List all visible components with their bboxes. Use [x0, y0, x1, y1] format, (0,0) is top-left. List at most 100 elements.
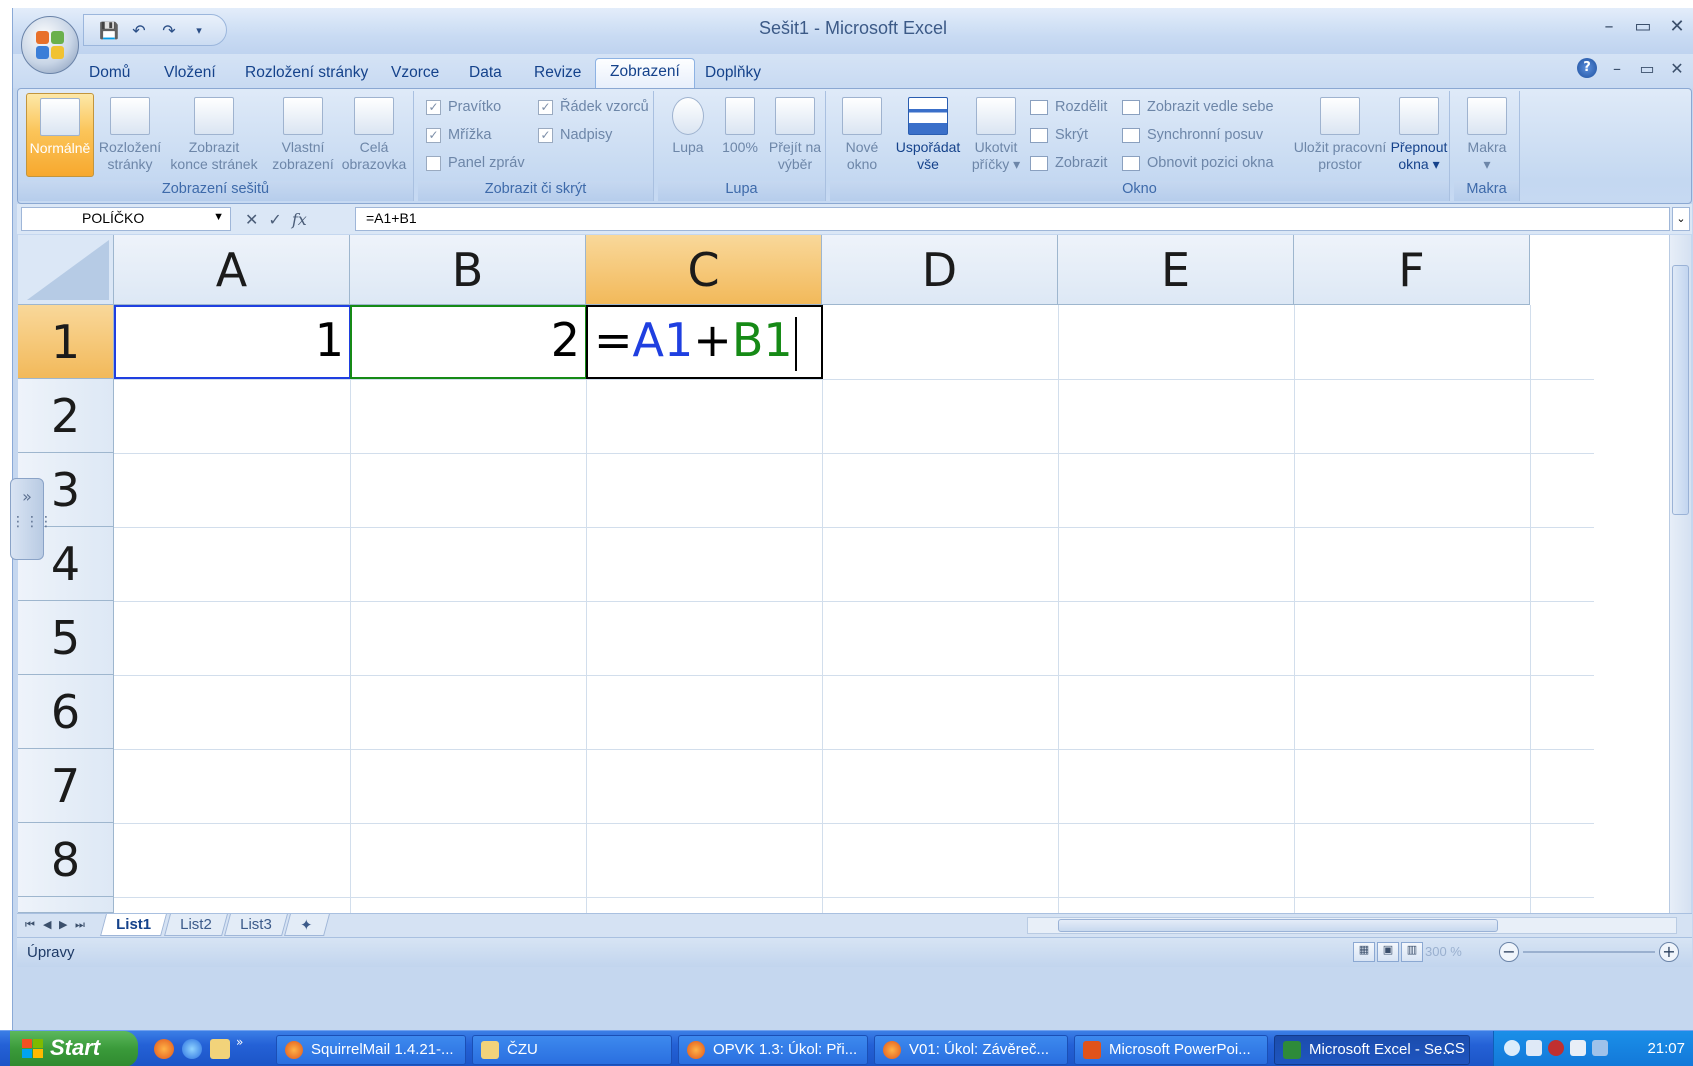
side-flyout-tab[interactable]: » ⋮⋮⋮	[10, 478, 53, 560]
unhide-button[interactable]: Zobrazit	[1030, 155, 1107, 171]
page-layout-view-button[interactable]: Rozložení stránky	[96, 93, 164, 177]
normal-view-button[interactable]: Normálně	[26, 93, 94, 177]
zoom-out-icon[interactable]: −	[1499, 942, 1519, 962]
taskbar-item-opvk[interactable]: OPVK 1.3: Úkol: Při...	[678, 1035, 868, 1065]
folder-icon[interactable]	[210, 1039, 230, 1059]
zoom-in-icon[interactable]: +	[1659, 942, 1679, 962]
workbook-minimize-button[interactable]: –	[1607, 59, 1627, 78]
last-sheet-icon[interactable]: ⏭	[75, 918, 85, 932]
tab-review[interactable]: Revize	[534, 60, 581, 88]
page-layout-view-icon[interactable]: ▣	[1377, 942, 1399, 962]
save-workspace-button[interactable]: Uložit pracovní prostor	[1288, 93, 1392, 177]
tab-formulas[interactable]: Vzorce	[391, 60, 439, 88]
security-icon[interactable]	[1548, 1040, 1564, 1056]
reset-window-position-button[interactable]: Obnovit pozici okna	[1122, 155, 1274, 171]
column-header-e[interactable]: E	[1058, 235, 1294, 305]
macros-button[interactable]: Makra ▾	[1458, 93, 1516, 177]
taskbar-item-v01[interactable]: V01: Úkol: Závěreč...	[874, 1035, 1068, 1065]
view-side-by-side-button[interactable]: Zobrazit vedle sebe	[1122, 99, 1274, 115]
insert-sheet-button[interactable]: ✦	[284, 914, 330, 936]
minimize-button[interactable]: –	[1597, 16, 1621, 37]
cell-a1[interactable]: 1	[118, 313, 344, 367]
workbook-restore-button[interactable]: ▭	[1637, 59, 1657, 78]
tab-page-layout[interactable]: Rozložení stránky	[245, 60, 368, 88]
chevron-right-icon[interactable]: »	[236, 1035, 250, 1055]
function-icon[interactable]: fx	[292, 210, 307, 229]
horizontal-scroll-thumb[interactable]	[1058, 919, 1498, 932]
zoom-100-button[interactable]: 100%	[716, 93, 764, 177]
help-icon[interactable]: ?	[1577, 58, 1597, 78]
start-button[interactable]: Start	[10, 1031, 138, 1066]
firefox-icon[interactable]	[154, 1039, 174, 1059]
tab-data[interactable]: Data	[469, 60, 502, 88]
column-header-c[interactable]: C	[586, 235, 822, 305]
zoom-to-selection-button[interactable]: Přejít na výběr	[766, 93, 824, 177]
custom-views-button[interactable]: Vlastní zobrazení	[268, 93, 338, 177]
cancel-icon[interactable]: ✕	[245, 210, 258, 229]
ie-icon[interactable]	[182, 1039, 202, 1059]
expand-formula-bar-icon[interactable]: ⌄	[1672, 207, 1690, 231]
close-button[interactable]: ✕	[1665, 16, 1689, 37]
vertical-scroll-thumb[interactable]	[1672, 265, 1689, 515]
split-button[interactable]: Rozdělit	[1030, 99, 1107, 115]
freeze-panes-button[interactable]: Ukotvit příčky ▾	[966, 93, 1026, 177]
sheet-tab-list2[interactable]: List2	[164, 914, 228, 936]
formula-bar-checkbox[interactable]: ✓ Řádek vzorců	[538, 99, 649, 115]
normal-view-icon[interactable]: ▦	[1353, 942, 1375, 962]
prev-sheet-icon[interactable]: ◀	[43, 918, 51, 931]
select-all-corner[interactable]	[18, 235, 114, 305]
enter-icon[interactable]: ✓	[268, 210, 281, 229]
taskbar-item-squirrelmail[interactable]: SquirrelMail 1.4.21-...	[276, 1035, 466, 1065]
network-icon[interactable]	[1526, 1040, 1542, 1056]
sheet-tab-list1[interactable]: List1	[100, 914, 167, 936]
synchronous-scrolling-button[interactable]: Synchronní posuv	[1122, 127, 1263, 143]
full-screen-button[interactable]: Celá obrazovka	[338, 93, 410, 177]
chevron-down-icon[interactable]: ▼	[213, 211, 224, 223]
row-header-5[interactable]: 5	[18, 601, 114, 675]
hide-button[interactable]: Skrýt	[1030, 127, 1088, 143]
tab-home[interactable]: Domů	[89, 60, 130, 88]
row-header-2[interactable]: 2	[18, 379, 114, 453]
page-break-preview-button[interactable]: Zobrazit konce stránek	[168, 93, 260, 177]
formula-input[interactable]: =A1+B1	[355, 207, 1670, 231]
maximize-button[interactable]: ▭	[1631, 16, 1655, 37]
row-header-7[interactable]: 7	[18, 749, 114, 823]
taskbar-item-excel[interactable]: Microsoft Excel - Se...	[1274, 1035, 1470, 1065]
zoom-level[interactable]: 300 %	[1425, 944, 1462, 959]
headings-checkbox[interactable]: ✓ Nadpisy	[538, 127, 612, 143]
name-box[interactable]: POLÍČKO ▼	[21, 207, 231, 231]
new-window-button[interactable]: Nové okno	[834, 93, 890, 177]
page-break-view-icon[interactable]: ▥	[1401, 942, 1423, 962]
office-button[interactable]	[21, 16, 79, 74]
zoom-button[interactable]: Lupa	[662, 93, 714, 177]
taskbar-item-powerpoint[interactable]: Microsoft PowerPoi...	[1074, 1035, 1268, 1065]
gridlines-checkbox[interactable]: ✓ Mřížka	[426, 127, 492, 143]
column-header-d[interactable]: D	[822, 235, 1058, 305]
tab-view[interactable]: Zobrazení	[595, 58, 695, 90]
row-header-1[interactable]: 1	[18, 305, 114, 379]
message-bar-checkbox[interactable]: Panel zpráv	[426, 155, 525, 171]
sheet-tab-list3[interactable]: List3	[224, 914, 288, 936]
first-sheet-icon[interactable]: ⏮	[25, 918, 35, 932]
zoom-slider[interactable]	[1523, 951, 1655, 953]
tab-addins[interactable]: Doplňky	[705, 60, 761, 88]
vertical-scrollbar[interactable]	[1669, 235, 1691, 913]
column-header-f[interactable]: F	[1294, 235, 1530, 305]
workbook-close-button[interactable]: ✕	[1667, 59, 1687, 78]
horizontal-scrollbar[interactable]	[1027, 917, 1677, 934]
row-header-6[interactable]: 6	[18, 675, 114, 749]
cell-b1[interactable]: 2	[354, 313, 580, 367]
cell-c1-editing[interactable]: =A1+B1	[594, 313, 797, 371]
column-header-a[interactable]: A	[114, 235, 350, 305]
tray-arrow-icon[interactable]	[1504, 1040, 1520, 1056]
worksheet-grid[interactable]: A B C D E F 1 2 3 4 5 6 7 8 1 2 =A1+B1	[18, 235, 1673, 913]
next-sheet-icon[interactable]: ▶	[59, 918, 67, 931]
switch-windows-button[interactable]: Přepnout okna ▾	[1390, 93, 1448, 177]
taskbar-item-czu[interactable]: ČZU	[472, 1035, 672, 1065]
ruler-checkbox[interactable]: ✓ Pravítko	[426, 99, 501, 115]
column-header-b[interactable]: B	[350, 235, 586, 305]
language-indicator[interactable]: CS	[1444, 1040, 1465, 1057]
arrange-all-button[interactable]: Uspořádat vše	[890, 93, 966, 177]
row-header-8[interactable]: 8	[18, 823, 114, 897]
display-icon[interactable]	[1592, 1040, 1608, 1056]
